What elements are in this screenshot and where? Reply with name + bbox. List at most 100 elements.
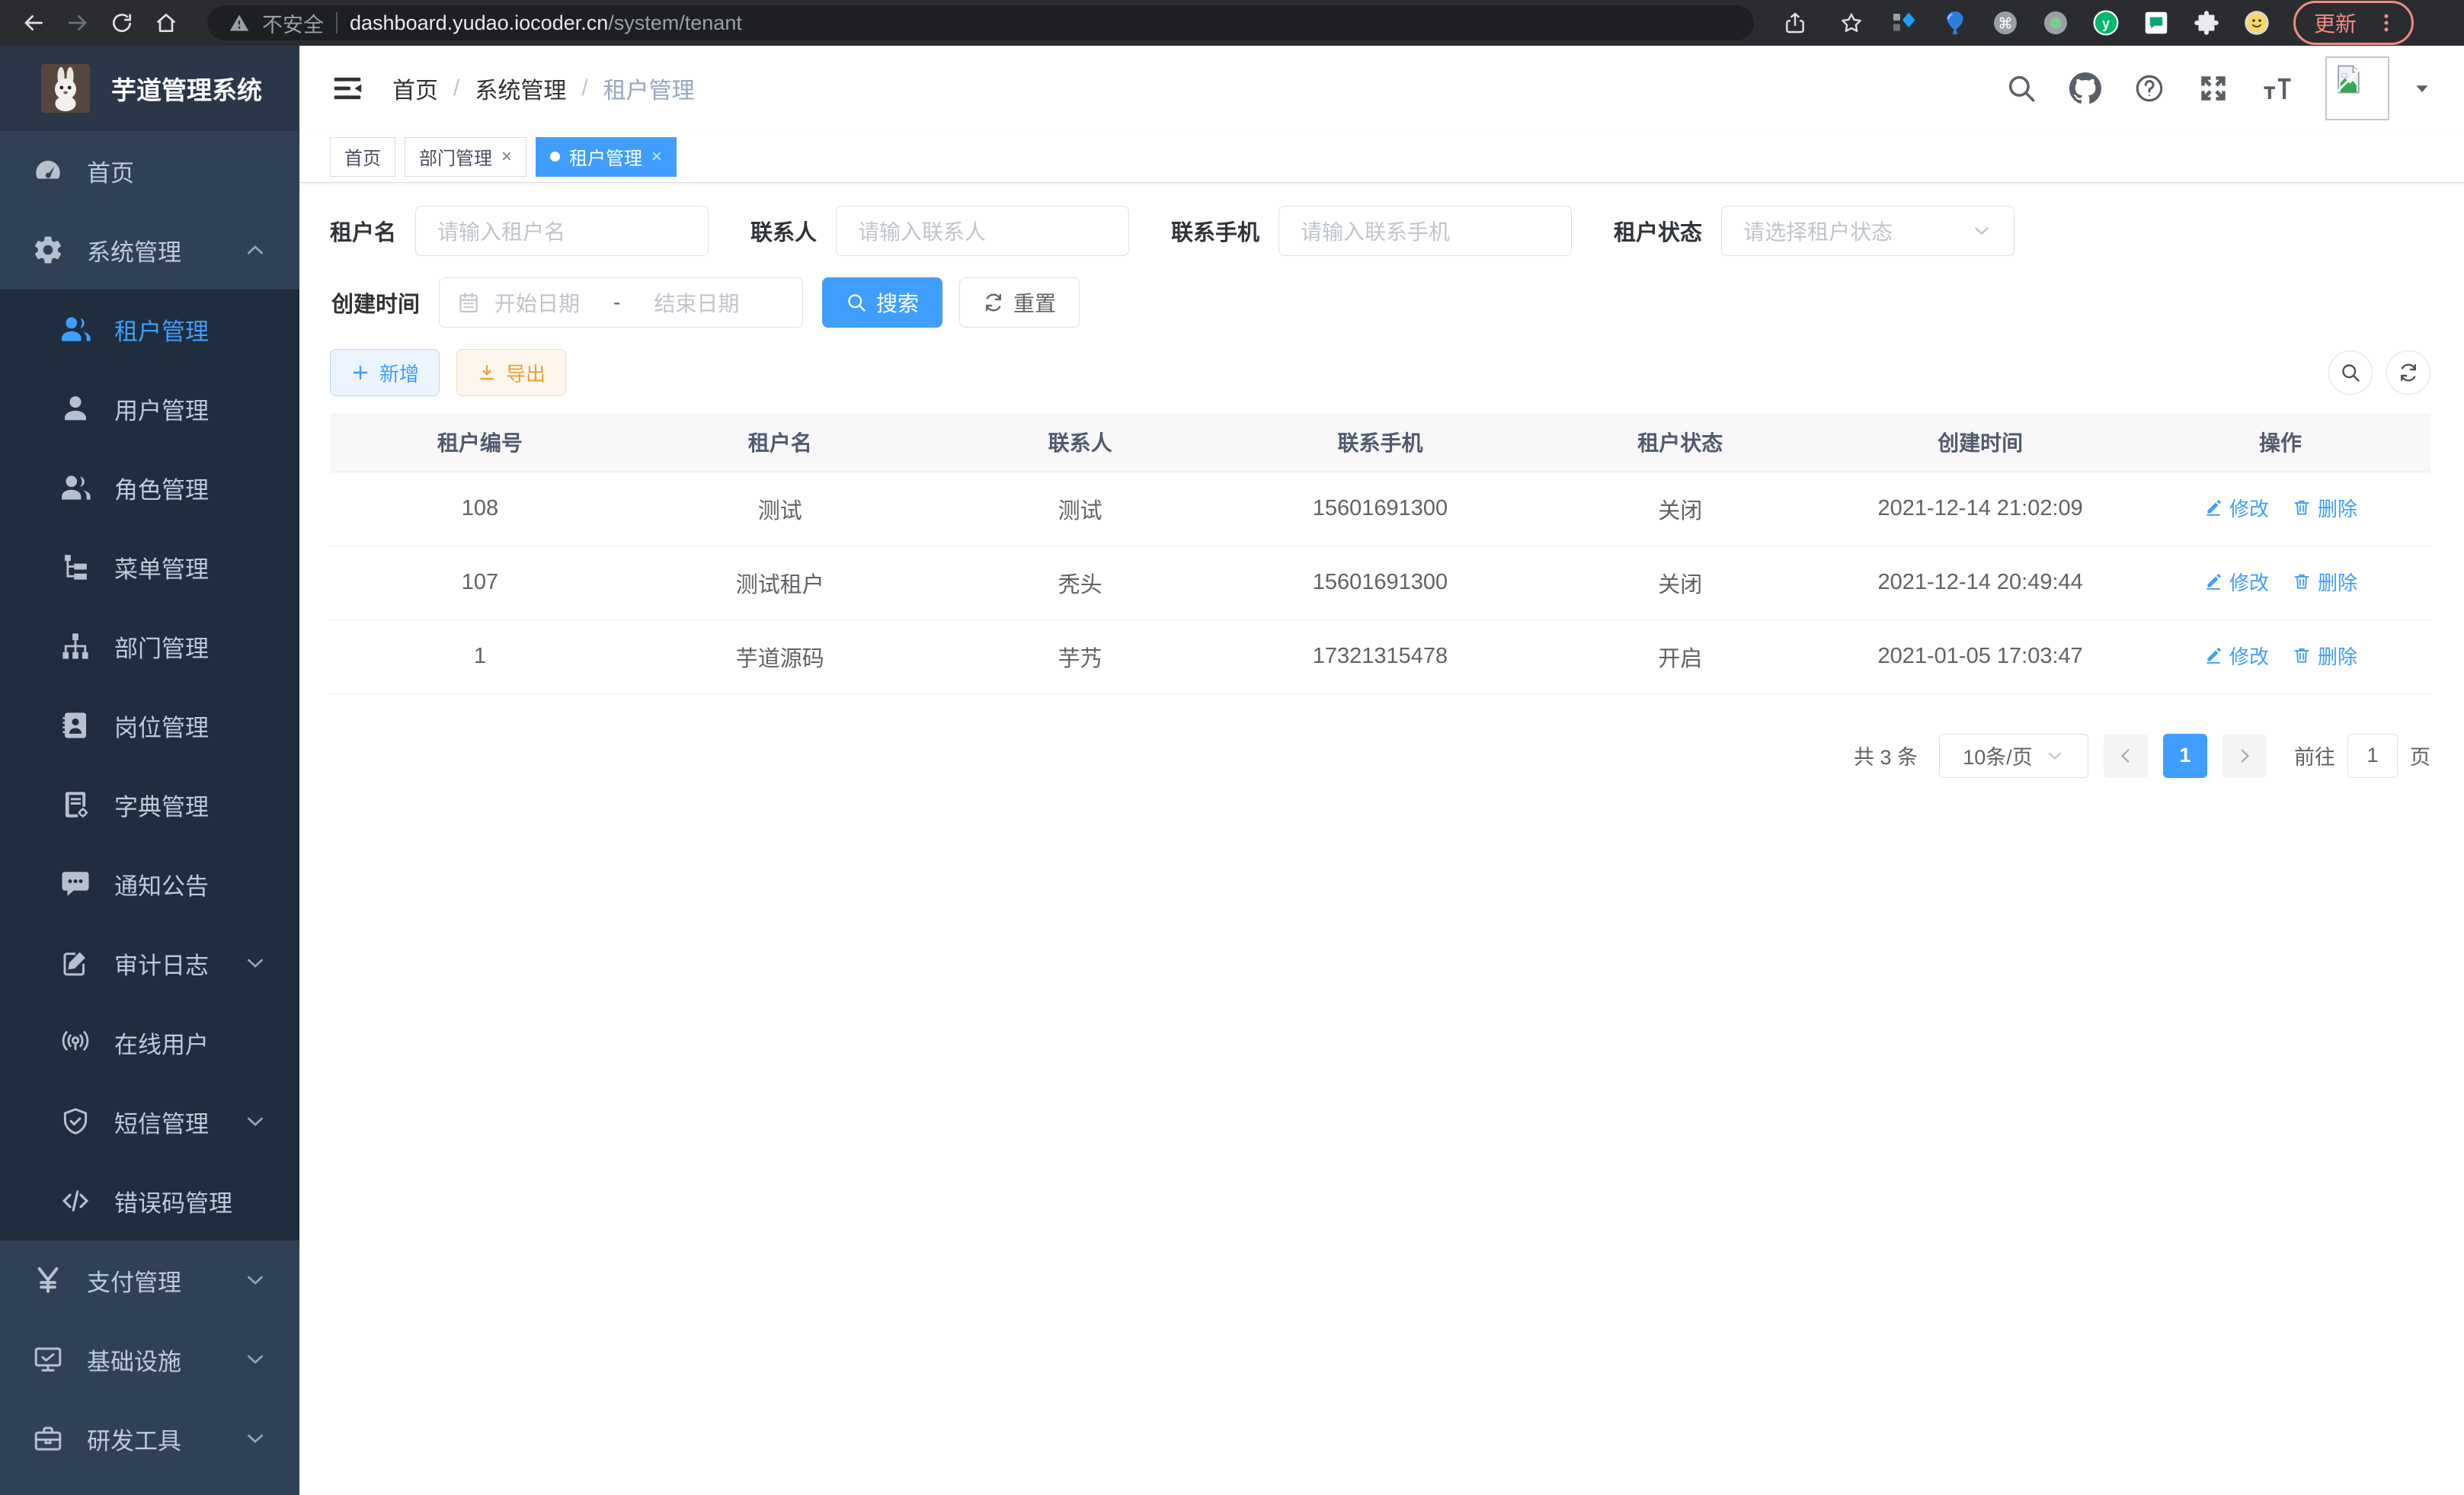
close-tab-icon[interactable]: ×	[501, 146, 512, 168]
tab-部门管理[interactable]: 部门管理×	[405, 137, 526, 177]
sidebar-item-基础设施[interactable]: 基础设施	[0, 1320, 299, 1399]
filter-input-租户名[interactable]: 请输入租户名	[415, 206, 709, 256]
sidebar-item-字典管理[interactable]: 字典管理	[0, 765, 299, 844]
search-icon[interactable]	[2005, 72, 2037, 104]
avatar-caret-down-icon[interactable]	[2411, 77, 2434, 100]
sidebar-logo[interactable]: 芋道管理系统	[0, 46, 299, 131]
filter-label: 租户状态	[1614, 215, 1702, 247]
toggle-search-button[interactable]	[2328, 351, 2373, 395]
ext-chat-icon[interactable]	[2142, 9, 2170, 37]
sidebar-item-短信管理[interactable]: 短信管理	[0, 1082, 299, 1161]
breadcrumb-item-首页[interactable]: 首页	[392, 72, 438, 105]
tab-租户管理[interactable]: 租户管理×	[536, 137, 677, 177]
address-bar[interactable]: 不安全 dashboard.yudao.iocoder.cn/system/te…	[207, 5, 1754, 40]
tab-首页[interactable]: 首页	[330, 137, 395, 177]
table-cell: 15601691300	[1230, 472, 1531, 546]
app-logo-rabbit-icon	[41, 64, 90, 113]
create-time-label: 创建时间	[331, 287, 420, 319]
tenant-status-select[interactable]: 请选择租户状态	[1721, 206, 2014, 256]
sidebar-item-部门管理[interactable]: 部门管理	[0, 607, 299, 686]
fullscreen-icon[interactable]	[2197, 72, 2229, 104]
table-cell: 开启	[1530, 619, 1830, 693]
bookmark-star-icon[interactable]	[1835, 6, 1868, 40]
sidebar-item-岗位管理[interactable]: 岗位管理	[0, 686, 299, 765]
sidebar-item-租户管理[interactable]: 租户管理	[0, 290, 299, 369]
chrome-update-button[interactable]: 更新	[2293, 1, 2414, 45]
table-cell: 测试	[930, 472, 1230, 546]
reload-icon[interactable]	[105, 6, 139, 40]
delete-link[interactable]: 删除	[2292, 642, 2357, 670]
sidebar-item-菜单管理[interactable]: 菜单管理	[0, 527, 299, 607]
chevron-right-icon	[2235, 746, 2254, 766]
sidebar-item-在线用户[interactable]: 在线用户	[0, 1003, 299, 1082]
ext-command-icon[interactable]: ⌘	[1992, 9, 2019, 37]
browser-actions: ⌘y 更新	[1778, 1, 2414, 45]
add-button[interactable]: 新增	[330, 349, 440, 396]
extension-icons: ⌘y	[1891, 9, 2270, 37]
current-page-button[interactable]: 1	[2163, 734, 2207, 778]
ext-record-icon[interactable]	[2042, 9, 2069, 37]
sidebar-item-首页[interactable]: 首页	[0, 131, 299, 210]
sidebar-item-错误码管理[interactable]: 错误码管理	[0, 1161, 299, 1240]
sidebar-item-支付管理[interactable]: 支付管理	[0, 1240, 299, 1320]
sidebar-item-研发工具[interactable]: 研发工具	[0, 1399, 299, 1478]
export-button[interactable]: 导出	[456, 349, 566, 396]
table-row: 108测试测试15601691300关闭2021-12-14 21:02:09修…	[330, 472, 2430, 546]
date-separator: -	[594, 290, 640, 315]
ext-balloon-icon[interactable]	[1941, 9, 1969, 37]
sidebar-item-审计日志[interactable]: 审计日志	[0, 924, 299, 1003]
edit-link[interactable]: 修改	[2203, 568, 2269, 596]
refresh-table-button[interactable]	[2386, 351, 2430, 395]
toolbar-right	[2328, 351, 2430, 395]
next-page-button[interactable]	[2222, 734, 2267, 778]
table-cell: 芋道源码	[630, 619, 930, 693]
errorcode-code-icon	[59, 1185, 91, 1217]
sidebar-item-系统管理[interactable]: 系统管理	[0, 210, 299, 290]
create-time-range-input[interactable]: 开始日期 - 结束日期	[439, 277, 803, 328]
breadcrumb-item-系统管理[interactable]: 系统管理	[475, 72, 566, 105]
sidebar-collapse-icon[interactable]	[330, 71, 365, 106]
chrome-menu-icon[interactable]	[2375, 11, 2398, 34]
edit-label: 修改	[2229, 642, 2269, 670]
prev-page-button[interactable]	[2104, 734, 2148, 778]
goto-page-input[interactable]: 1	[2347, 734, 2398, 778]
sidebar-item-用户管理[interactable]: 用户管理	[0, 369, 299, 448]
reset-button[interactable]: 重置	[959, 277, 1080, 328]
start-date-placeholder: 开始日期	[494, 287, 580, 318]
placeholder-text: 请输入租户名	[437, 216, 565, 246]
url-text[interactable]: dashboard.yudao.iocoder.cn/system/tenant	[350, 11, 742, 35]
download-icon	[477, 363, 497, 383]
filter-label: 联系手机	[1171, 215, 1259, 247]
ext-yuque-icon[interactable]: y	[2092, 9, 2120, 37]
search-button[interactable]: 搜索	[822, 277, 942, 328]
ext-diamond-icon[interactable]	[1891, 9, 1918, 37]
sidebar-item-label: 用户管理	[114, 392, 209, 426]
edit-link[interactable]: 修改	[2203, 494, 2269, 522]
ext-puzzle-icon[interactable]	[2193, 9, 2220, 37]
trash-icon	[2292, 498, 2312, 517]
close-tab-icon[interactable]: ×	[651, 146, 662, 168]
fontsize-icon[interactable]	[2261, 72, 2293, 104]
security-label[interactable]: 不安全	[262, 8, 324, 38]
delete-link[interactable]: 删除	[2292, 494, 2357, 522]
filter-row-1: 租户名请输入租户名联系人请输入联系人联系手机请输入联系手机租户状态请选择租户状态	[330, 206, 2430, 256]
table-cell-actions: 修改删除	[2130, 619, 2430, 693]
avatar[interactable]	[2325, 56, 2389, 120]
ext-emoji-icon[interactable]	[2243, 9, 2270, 37]
back-icon[interactable]	[17, 6, 50, 40]
home-icon[interactable]	[149, 6, 183, 40]
sidebar-menu: 首页系统管理租户管理用户管理角色管理菜单管理部门管理岗位管理字典管理通知公告审计…	[0, 131, 299, 1478]
sidebar-item-角色管理[interactable]: 角色管理	[0, 448, 299, 527]
filter-input-联系人[interactable]: 请输入联系人	[836, 206, 1129, 256]
help-icon[interactable]	[2133, 72, 2165, 104]
sidebar-item-label: 支付管理	[87, 1263, 181, 1298]
share-icon[interactable]	[1778, 6, 1812, 40]
github-icon[interactable]	[2069, 72, 2101, 104]
page-size-select[interactable]: 10条/页	[1939, 734, 2088, 778]
filter-input-联系手机[interactable]: 请输入联系手机	[1278, 206, 1572, 256]
tenant-users-icon	[59, 313, 91, 345]
delete-link[interactable]: 删除	[2292, 568, 2357, 596]
user-icon	[59, 392, 91, 424]
edit-link[interactable]: 修改	[2203, 642, 2269, 670]
sidebar-item-通知公告[interactable]: 通知公告	[0, 844, 299, 924]
